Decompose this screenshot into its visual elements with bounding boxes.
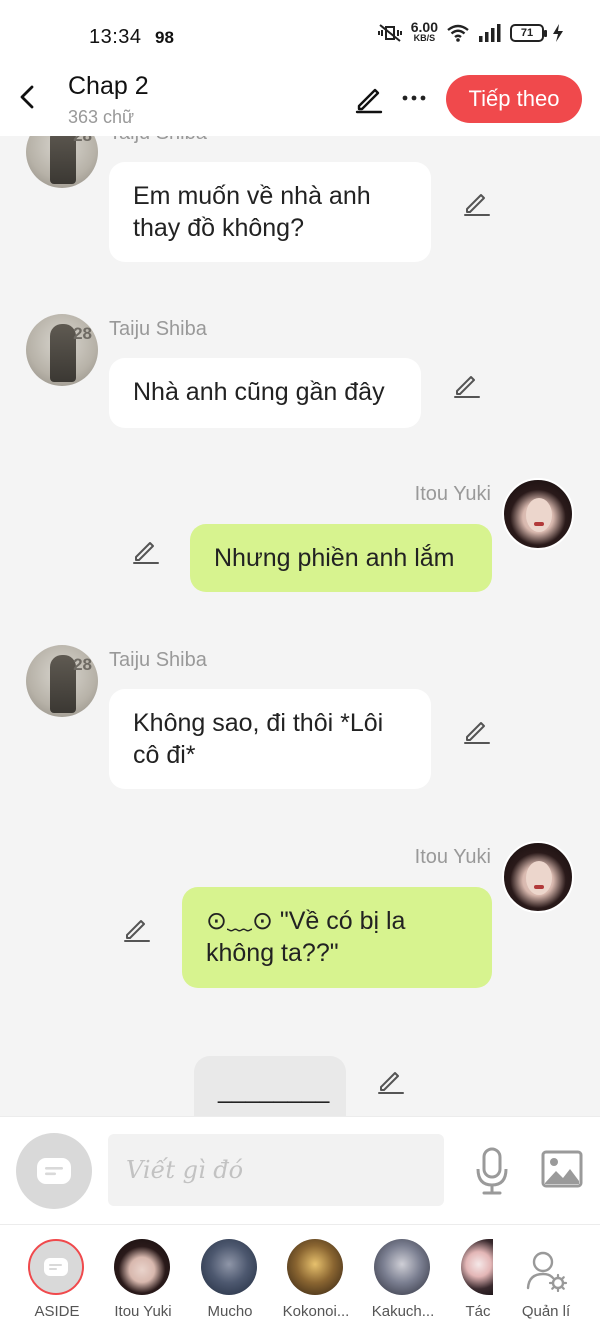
character-aside[interactable]: ASIDE	[14, 1237, 100, 1327]
avatar	[287, 1239, 343, 1295]
chat-area[interactable]: 28 Taiju Shiba Em muốn về nhà anh thay đ…	[0, 136, 600, 1116]
edit-pencil-icon[interactable]	[353, 82, 385, 114]
microphone-icon[interactable]	[474, 1147, 510, 1195]
message-input[interactable]	[108, 1134, 444, 1206]
avatar-taiju-shiba[interactable]: 28	[26, 136, 98, 188]
charging-icon	[553, 24, 563, 42]
avatar	[461, 1239, 493, 1295]
message-bubble[interactable]: Không sao, đi thôi *Lôi cô đi*	[109, 689, 431, 789]
word-count: 363 chữ	[68, 107, 135, 127]
avatar	[374, 1239, 430, 1295]
character-itou-yuki[interactable]: Itou Yuki	[100, 1237, 186, 1327]
network-speed: 6.00 KB/S	[410, 19, 438, 43]
sender-name: Taiju Shiba	[109, 318, 207, 340]
avatar-itou-yuki[interactable]	[502, 841, 574, 913]
wifi-icon	[447, 24, 469, 42]
message-bubble[interactable]: Em muốn về nhà anh thay đồ không?	[109, 162, 431, 262]
aside-avatar	[28, 1239, 84, 1295]
user-settings-icon[interactable]	[526, 1250, 568, 1292]
character-label: Itou Yuki	[114, 1303, 172, 1320]
avatar-taiju-shiba[interactable]: 28	[26, 314, 98, 386]
avatar-taiju-shiba[interactable]: 28	[26, 645, 98, 717]
chat-bubble-icon	[37, 1158, 71, 1184]
message-bubble[interactable]: ⊙﹏⊙ "Về có bị la không ta??"	[182, 887, 492, 988]
back-arrow-icon[interactable]	[14, 80, 42, 114]
edit-message-icon[interactable]	[452, 370, 482, 400]
sender-name: Itou Yuki	[414, 483, 491, 505]
character-label: Mucho	[207, 1303, 253, 1320]
character-kokonoi[interactable]: Kokonoi...	[273, 1237, 359, 1327]
narration-bubble[interactable]: ________	[194, 1056, 346, 1116]
edit-message-icon[interactable]	[376, 1066, 406, 1096]
message-composer	[0, 1116, 600, 1224]
edit-message-icon[interactable]	[462, 188, 492, 218]
avatar	[114, 1239, 170, 1295]
image-icon[interactable]	[541, 1150, 583, 1188]
chat-bubble-icon	[44, 1258, 68, 1276]
signal-icon	[479, 24, 501, 42]
edit-message-icon[interactable]	[462, 716, 492, 746]
more-options-icon[interactable]	[400, 84, 428, 112]
edit-message-icon[interactable]	[122, 914, 152, 944]
message-bubble[interactable]: Nhưng phiền anh lắm	[190, 524, 492, 592]
sender-name: Taiju Shiba	[109, 136, 207, 145]
avatar	[201, 1239, 257, 1295]
status-notification-count: 98	[155, 28, 174, 47]
character-label: Kakuch...	[371, 1303, 435, 1320]
message-bubble[interactable]: Nhà anh cũng gần đây	[109, 358, 421, 428]
character-selector-bar: ASIDE Itou Yuki Mucho Kokonoi... Kakuch.…	[0, 1224, 600, 1333]
chapter-title: Chap 2	[68, 72, 149, 100]
sender-name: Itou Yuki	[414, 846, 491, 868]
character-mucho[interactable]: Mucho	[187, 1237, 273, 1327]
character-label: ASIDE	[34, 1303, 80, 1320]
battery-indicator: 71	[510, 24, 547, 42]
character-label: Kokonoi...	[282, 1303, 350, 1320]
status-icons: 6.00 KB/S 71	[377, 19, 564, 44]
chapter-header: Chap 2 363 chữ Tiếp theo	[0, 66, 600, 136]
avatar-itou-yuki[interactable]	[502, 478, 574, 550]
status-bar: 13:34 98 6.00 KB/S 71	[0, 0, 600, 66]
sender-name: Taiju Shiba	[109, 649, 207, 671]
aside-toggle-button[interactable]	[16, 1133, 92, 1209]
manage-label: Quản lí	[521, 1303, 571, 1320]
character-kakucho[interactable]: Kakuch...	[360, 1237, 446, 1327]
edit-message-icon[interactable]	[131, 536, 161, 566]
vibrate-mute-icon	[377, 24, 402, 42]
next-chapter-button[interactable]: Tiếp theo	[446, 75, 582, 123]
status-time: 13:34	[89, 26, 142, 48]
